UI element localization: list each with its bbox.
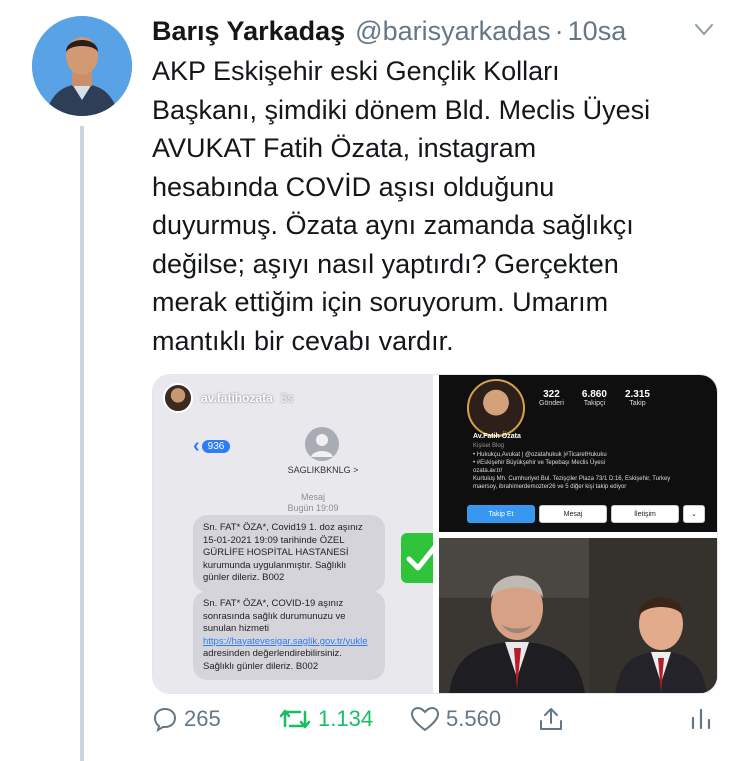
story-avatar: [163, 383, 193, 413]
ig-stat-number: 6.860: [581, 389, 607, 400]
tweet-text-line: AKP Eskişehir eski Gençlik Kolları: [152, 56, 560, 86]
ig-stat-label: Gönderi: [539, 400, 564, 407]
ig-stat-number: 322: [543, 389, 560, 400]
ig-profile-name: Av.Fatih Özata: [473, 433, 521, 440]
ig-bio-line: Kurtuluş Mh. Cumhuriyet Bul. Tezişçiler …: [473, 476, 671, 482]
chevron-down-icon[interactable]: [692, 20, 716, 40]
ig-bio: • Hukukçu,Avukat | @ozatahukuk |#Ticaret…: [473, 451, 713, 491]
retweet-button[interactable]: 1.134: [278, 706, 373, 732]
tweet-text-line: Başkanı, şimdiki dönem Bld. Meclis Üyesi: [152, 94, 651, 125]
share-icon: [540, 708, 562, 730]
reply-button[interactable]: 265: [152, 706, 221, 732]
ig-stat: 2.315 Takip: [625, 389, 650, 407]
ig-stat: 322 Gönderi: [539, 389, 564, 407]
chevron-left-icon: ‹: [193, 435, 200, 457]
media-photo[interactable]: [439, 538, 717, 693]
ig-more-button: ⌄: [683, 505, 705, 523]
ig-profile-avatar: [467, 379, 525, 437]
media-sms-story[interactable]: av.fatihozata 3s ‹ 936 SAGLIKBKNLG > Mes…: [153, 375, 433, 693]
sms-bubble: Sn. FAT* ÖZA*, COVID-19 aşınız sonrasınd…: [193, 591, 385, 680]
media-instagram-profile[interactable]: 322 Gönderi 6.860 Takipçi 2.315 Takip Av…: [439, 375, 717, 532]
reply-count: 265: [184, 706, 221, 731]
ig-category: Kişisel Blog: [473, 443, 505, 449]
share-button[interactable]: [538, 706, 564, 732]
ig-message-button: Mesaj: [539, 505, 607, 523]
ig-stat: 6.860 Takipçi: [582, 389, 607, 407]
ig-buttons: Takip Et Mesaj İletişim ⌄: [467, 505, 705, 523]
tweet-text-line: değilse; aşıyı nasıl yaptırdı? Gerçekten: [152, 248, 619, 279]
tweet-text-line: AVUKAT Fatih Özata, instagram: [152, 133, 537, 163]
story-username: av.fatihozata: [201, 391, 273, 405]
ig-follow-button: Takip Et: [467, 505, 535, 523]
like-button[interactable]: 5.560: [410, 706, 501, 732]
tweet-actions: 265 1.134 5.560: [152, 706, 718, 746]
analytics-button[interactable]: [690, 706, 712, 732]
author-avatar[interactable]: [32, 16, 132, 116]
retweet-count: 1.134: [318, 706, 374, 731]
analytics-icon: [691, 708, 711, 730]
avatar-portrait: [32, 16, 132, 116]
ig-bio-line: • Hukukçu,Avukat | @ozatahukuk |#Ticaret…: [473, 452, 607, 458]
sms-date-value: Bugün 19:09: [287, 503, 339, 513]
thread-line: [80, 126, 84, 761]
sms-link: https://hayatevesigar.saglik.gov.tr/yukl…: [203, 635, 368, 647]
ig-bio-line: maersoy, ibrahimerdemozter26 ve 5 diğer …: [473, 484, 627, 490]
sms-bubble: Sn. FAT* ÖZA*, Covid19 1. doz aşınız 15-…: [193, 515, 385, 592]
unread-badge: 936: [201, 440, 231, 453]
ig-contact-button: İletişim: [611, 505, 679, 523]
header-separator: ·: [554, 15, 564, 46]
author-name[interactable]: Barış Yarkadaş: [152, 16, 345, 47]
ig-stats: 322 Gönderi 6.860 Takipçi 2.315 Takip: [539, 389, 650, 407]
ig-bio-line: • #Eskişehir Büyükşehir ve Tepebaşı Mecl…: [473, 460, 606, 466]
ig-bio-line: ozata.av.tr/: [473, 468, 503, 474]
tweet-text: AKP Eskişehir eski Gençlik Kolları Başka…: [152, 52, 722, 360]
ig-stat-label: Takipçi: [583, 400, 606, 407]
author-handle[interactable]: @barisyarkadas: [355, 16, 551, 47]
tweet-text-line: mantıklı bir cevabı vardır.: [152, 325, 454, 356]
reply-icon: [153, 707, 177, 732]
sms-date: Mesaj Bugün 19:09: [263, 492, 363, 514]
tweet-text-line: duyurmuş. Özata aynı zamanda sağlıkçı: [152, 210, 634, 240]
tweet-text-line: merak ettiğim için soruyorum. Umarım: [152, 287, 609, 317]
ig-stat-number: 2.315: [624, 389, 650, 400]
back-button: ‹ 936: [193, 435, 231, 458]
ig-stat-label: Takip: [629, 400, 646, 407]
story-age: 3s: [280, 391, 294, 405]
tweet-header: Barış Yarkadaş @barisyarkadas · 10sa: [152, 14, 722, 48]
story-header: av.fatihozata 3s: [163, 383, 293, 413]
tweet-text-line: hesabında COVİD aşısı olduğunu: [152, 171, 555, 202]
tweet-time[interactable]: 10sa: [568, 16, 627, 47]
retweet-icon: [279, 709, 311, 729]
sms-bubble-text: Sn. FAT* ÖZA*, COVID-19 aşınız sonrasınd…: [203, 598, 346, 634]
tweet-media-grid: av.fatihozata 3s ‹ 936 SAGLIKBKNLG > Mes…: [152, 374, 718, 694]
checkmark-icon: [401, 533, 433, 583]
sms-contact-name: SAGLIKBKNLG >: [287, 465, 359, 475]
sms-date-label: Mesaj: [300, 492, 325, 502]
sms-bubble-tail: adresinden değerlendirebilirsiniz. Sağlı…: [203, 648, 342, 672]
contact-icon: [305, 427, 339, 461]
photo-image: [439, 538, 717, 693]
like-count: 5.560: [446, 706, 502, 731]
heart-icon: [410, 706, 440, 732]
